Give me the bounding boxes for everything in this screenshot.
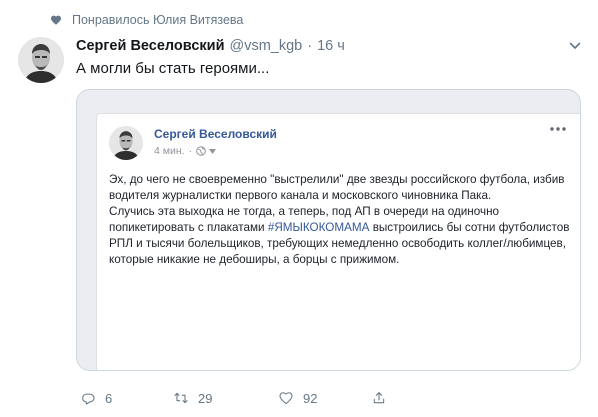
separator-dot: · [188,145,193,157]
like-button[interactable]: 92 [278,390,317,406]
tweet-actions: 6 29 92 [80,390,500,408]
social-context-text: Понравилось Юлия Витязева [72,13,244,27]
fb-post-meta: 4 мин. · [154,145,217,157]
chevron-down-icon[interactable] [569,41,581,51]
fb-author-name: Сергей Веселовский [154,127,277,141]
retweet-button[interactable]: 29 [173,390,212,406]
separator-dot: · [307,38,313,54]
share-button[interactable] [371,390,396,406]
reply-count: 6 [105,390,113,406]
author-name[interactable]: Сергей Веселовский [76,38,225,54]
fb-post-paragraph: Случись эта выходка не тогда, а теперь, … [109,204,574,268]
share-icon [373,392,385,404]
fb-post-time: 4 мин. [154,145,185,157]
retweet-count: 29 [198,390,213,406]
heart-icon [51,15,61,25]
social-context[interactable]: Понравилось Юлия Витязева [50,13,243,27]
tweet-text: А могли бы стать героями... [76,60,270,77]
avatar[interactable] [18,37,64,83]
like-count: 92 [303,390,318,406]
caret-down-icon [209,148,217,154]
tweet-header: Сергей Веселовский @vsm_kgb · 16 ч [76,38,345,54]
media-card[interactable]: Сергей Веселовский 4 мин. · Эх, до чего … [76,89,581,371]
fb-avatar-photo [109,126,143,160]
author-handle[interactable]: @vsm_kgb [230,38,303,54]
fb-avatar [109,126,143,160]
reply-icon [82,393,95,405]
facebook-post-screenshot: Сергей Веселовский 4 мин. · Эх, до чего … [96,113,580,370]
fb-post-text: Эх, до чего не своевременно "выстрелили"… [109,172,574,268]
more-options-icon [550,127,566,131]
hashtag-link: #ЯМЫКОКОМАМА [267,221,370,234]
globe-icon [196,146,206,156]
fb-post-paragraph: Эх, до чего не своевременно "выстрелили"… [109,173,565,202]
retweet-icon [174,392,188,404]
reply-button[interactable]: 6 [80,390,112,406]
tweet-timestamp[interactable]: 16 ч [317,38,345,54]
avatar-photo [18,37,64,83]
heart-outline-icon [279,392,293,405]
